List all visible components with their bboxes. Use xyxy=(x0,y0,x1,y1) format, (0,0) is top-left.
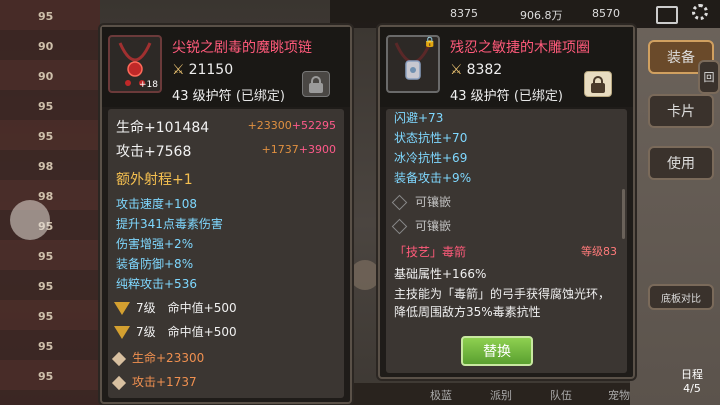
skill-title: 「技艺」毒箭 xyxy=(394,245,467,259)
rank-level: 95 xyxy=(38,310,54,323)
socket-slot: 可镶嵌 xyxy=(391,193,451,211)
skill-description: 主技能为「毒箭」的弓手获得腐蚀光环，降低周围敌方35%毒素抗性 xyxy=(394,287,611,319)
gem-slot: 7级 命中值+500 xyxy=(114,299,237,316)
hammer-icon xyxy=(111,375,127,390)
rank-level: 95 xyxy=(38,250,54,263)
level-text: 43 级护符 xyxy=(450,89,510,104)
gem-icon xyxy=(114,326,130,339)
replace-button[interactable]: 替换 xyxy=(461,336,533,366)
swords-icon: ⚔ xyxy=(172,62,185,78)
rank-level: 95 xyxy=(38,130,54,143)
character-sprite xyxy=(10,200,50,240)
resource-value: 906.8万 xyxy=(520,9,563,22)
equipped-item-panel: +18 尖锐之剧毒的魔眺项链 ⚔ 21150 43 级护符 (已绑定) 生命+10… xyxy=(100,25,352,404)
level-info: 43 级护符 (已绑定) xyxy=(450,85,563,104)
attr-line: 闪避+73 xyxy=(394,111,444,125)
socket-icon xyxy=(391,194,408,211)
power-score: ⚔ 8382 xyxy=(450,62,502,78)
rank-level: 98 xyxy=(38,190,54,203)
mail-icon[interactable] xyxy=(656,6,678,24)
swords-icon: ⚔ xyxy=(450,62,463,78)
attr-line: 冰冷抗性+69 xyxy=(394,151,468,165)
attr-line: 纯粹攻击+536 xyxy=(116,277,197,291)
schedule-widget[interactable]: 日程 4/5 xyxy=(670,366,714,395)
special-attr: 额外射程+1 xyxy=(116,172,193,188)
attr-line: 攻击速度+108 xyxy=(116,197,197,211)
tab-item[interactable]: 派别 xyxy=(490,387,512,403)
ranking-list: 95 90 90 95 95 98 98 95 95 95 95 95 95 xyxy=(0,0,100,405)
power-value: 8382 xyxy=(466,62,503,78)
gem-slot: 7级 命中值+500 xyxy=(114,323,237,340)
bound-text: (已绑定) xyxy=(513,89,563,104)
item-name: 尖锐之剧毒的魔眺项链 xyxy=(172,40,312,56)
rank-level: 98 xyxy=(38,160,54,173)
tab-item[interactable]: 宠物 xyxy=(608,387,630,403)
level-text: 43 级护符 xyxy=(172,89,232,104)
resource-value: 8375 xyxy=(450,7,478,20)
hammer-icon xyxy=(111,351,127,366)
bound-text: (已绑定) xyxy=(235,89,285,104)
side-menu: 装备 回 卡片 使用 底板对比 日程 4/5 xyxy=(630,28,720,405)
socket-icon xyxy=(391,218,408,235)
rank-level: 95 xyxy=(38,280,54,293)
lock-button[interactable] xyxy=(584,71,612,97)
attr-line: 提升341点毒素伤害 xyxy=(116,217,223,231)
enhance-badge: +18 xyxy=(139,80,158,90)
item-header: +18 尖锐之剧毒的魔眺项链 ⚔ 21150 43 级护符 (已绑定) xyxy=(102,27,350,107)
rank-level: 95 xyxy=(38,370,54,383)
back-button[interactable]: 回 xyxy=(698,60,720,94)
stat-hp: 生命+101484 xyxy=(116,120,210,136)
gear-icon[interactable] xyxy=(692,4,708,20)
rank-level: 90 xyxy=(38,70,54,83)
rank-level: 95 xyxy=(38,10,54,23)
schedule-progress: 4/5 xyxy=(683,382,701,395)
rank-level: 95 xyxy=(38,340,54,353)
use-button[interactable]: 使用 xyxy=(648,146,714,180)
item-stats: 闪避+73 状态抗性+70 冰冷抗性+69 装备攻击+9% 可镶嵌 可镶嵌 「技… xyxy=(386,109,627,373)
compare-item-panel: 🔒 残忍之敏捷的木雕项圈 ⚔ 8382 43 级护符 (已绑定) 闪避+73 状态… xyxy=(378,25,635,379)
item-icon: 🔒 xyxy=(386,35,440,93)
card-tab[interactable]: 卡片 xyxy=(648,94,714,128)
rank-level: 90 xyxy=(38,40,54,53)
resource-value: 8570 xyxy=(592,7,620,20)
scrollbar[interactable] xyxy=(622,189,625,239)
locked-icon: 🔒 xyxy=(423,37,436,48)
schedule-label: 日程 xyxy=(681,368,703,381)
attr-line: 状态抗性+70 xyxy=(394,131,468,145)
item-header: 🔒 残忍之敏捷的木雕项圈 ⚔ 8382 43 级护符 (已绑定) xyxy=(380,27,633,107)
item-icon: +18 xyxy=(108,35,162,93)
bottom-tabs: 极蓝 派别 队伍 宠物 xyxy=(330,383,630,405)
enhance-line: 生命+23300 xyxy=(111,349,204,366)
tab-item[interactable]: 极蓝 xyxy=(430,387,452,403)
attr-line: 伤害增强+2% xyxy=(116,237,194,251)
rank-level: 95 xyxy=(38,100,54,113)
lock-button[interactable] xyxy=(302,71,330,97)
resource-bar: 8375 906.8万 8570 xyxy=(330,0,720,28)
attr-line: 装备防御+8% xyxy=(116,257,194,271)
level-info: 43 级护符 (已绑定) xyxy=(172,85,285,104)
item-name: 残忍之敏捷的木雕项圈 xyxy=(450,40,590,56)
compare-button[interactable]: 底板对比 xyxy=(648,284,714,310)
item-stats: 生命+101484 +23300+52295 攻击+7568 +1737+390… xyxy=(108,109,344,398)
socket-slot: 可镶嵌 xyxy=(391,217,451,235)
stat-hp-bonus: +23300+52295 xyxy=(247,119,336,132)
tab-item[interactable]: 队伍 xyxy=(550,387,572,403)
attr-line: 装备攻击+9% xyxy=(394,171,472,185)
power-value: 21150 xyxy=(188,62,234,78)
gem-icon xyxy=(114,302,130,315)
enhance-line: 攻击+1737 xyxy=(111,373,197,390)
stat-atk: 攻击+7568 xyxy=(116,144,192,160)
skill-level: 等级83 xyxy=(581,245,617,258)
character-sprite xyxy=(350,260,380,290)
power-score: ⚔ 21150 xyxy=(172,62,233,78)
stat-atk-bonus: +1737+3900 xyxy=(261,143,336,156)
skill-line: 基础属性+166% xyxy=(394,267,487,281)
